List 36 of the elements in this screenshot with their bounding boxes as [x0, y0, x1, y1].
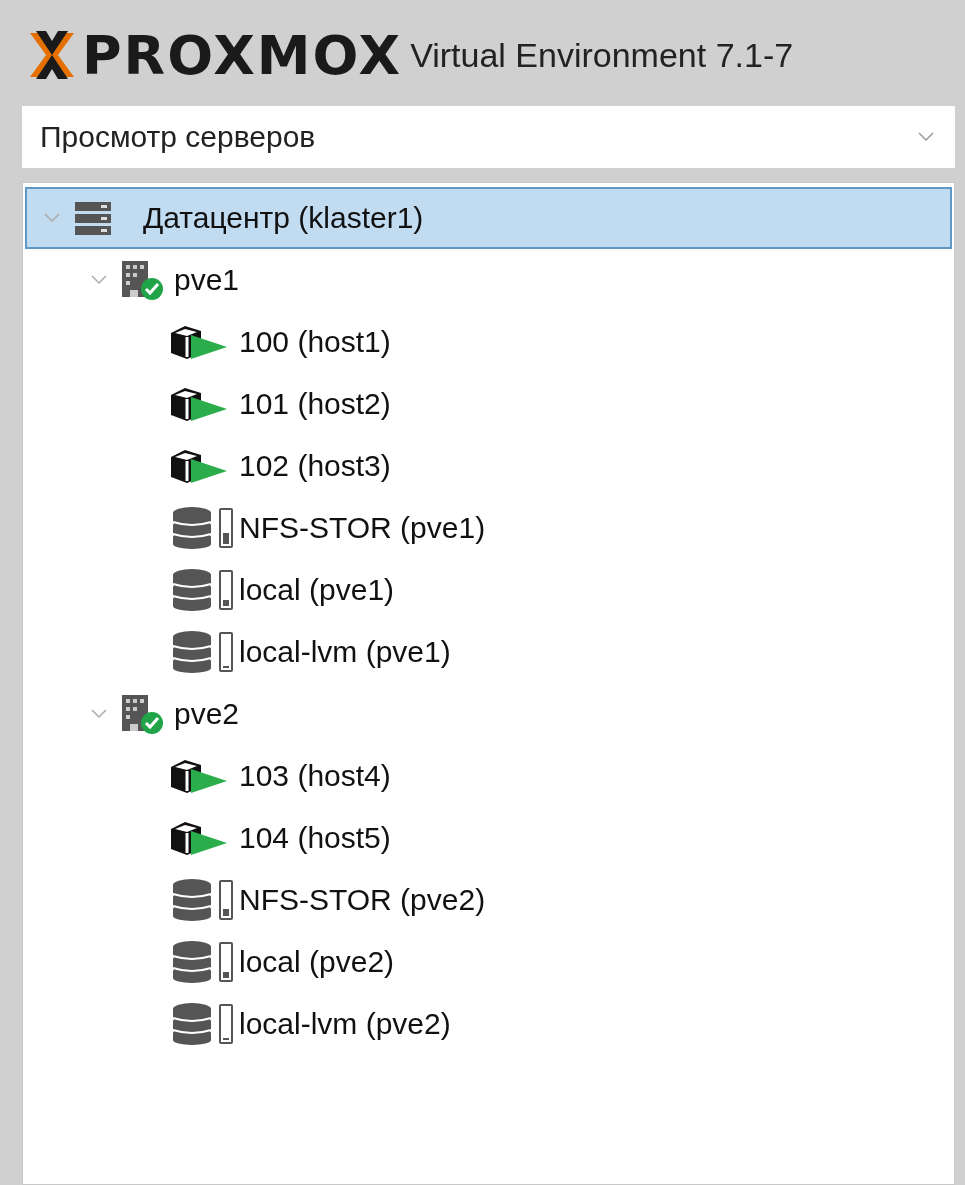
database-icon — [171, 506, 213, 550]
tree-item[interactable]: local-lvm (pve2) — [25, 993, 952, 1055]
tree-item[interactable]: pve1 — [25, 249, 952, 311]
tree-item[interactable]: pve2 — [25, 683, 952, 745]
logo-text: PROXMOX — [82, 23, 403, 87]
node-building-icon — [120, 693, 164, 735]
usage-meter — [219, 570, 233, 610]
chevron-down-icon[interactable] — [917, 131, 935, 143]
database-icon — [171, 940, 213, 984]
database-icon — [171, 878, 213, 922]
view-selector[interactable]: Просмотр серверов — [22, 106, 955, 168]
usage-meter — [219, 1004, 233, 1044]
tree-item[interactable]: local-lvm (pve1) — [25, 621, 952, 683]
tree-item[interactable]: local (pve1) — [25, 559, 952, 621]
collapse-caret-icon[interactable] — [90, 708, 108, 720]
tree-item[interactable]: NFS-STOR (pve2) — [25, 869, 952, 931]
product-title: Virtual Environment 7.1-7 — [410, 35, 794, 75]
usage-meter — [219, 942, 233, 982]
usage-meter — [219, 880, 233, 920]
database-icon — [171, 568, 213, 612]
tree-item[interactable]: 103 (host4) — [25, 745, 952, 807]
tree-item[interactable]: NFS-STOR (pve1) — [25, 497, 952, 559]
node-building-icon — [120, 259, 164, 301]
collapse-caret-icon[interactable] — [90, 274, 108, 286]
tree-item[interactable]: 101 (host2) — [25, 373, 952, 435]
database-icon — [171, 1002, 213, 1046]
server-rack-icon — [73, 200, 113, 236]
database-icon — [171, 630, 213, 674]
tree-item[interactable]: Датацентр (klaster1) — [25, 187, 952, 249]
tree-item[interactable]: 102 (host3) — [25, 435, 952, 497]
usage-meter — [219, 508, 233, 548]
collapse-caret-icon[interactable] — [43, 212, 61, 224]
tree-item[interactable]: 104 (host5) — [25, 807, 952, 869]
tree-item[interactable]: 100 (host1) — [25, 311, 952, 373]
tree-item[interactable]: local (pve2) — [25, 931, 952, 993]
usage-meter — [219, 632, 233, 672]
